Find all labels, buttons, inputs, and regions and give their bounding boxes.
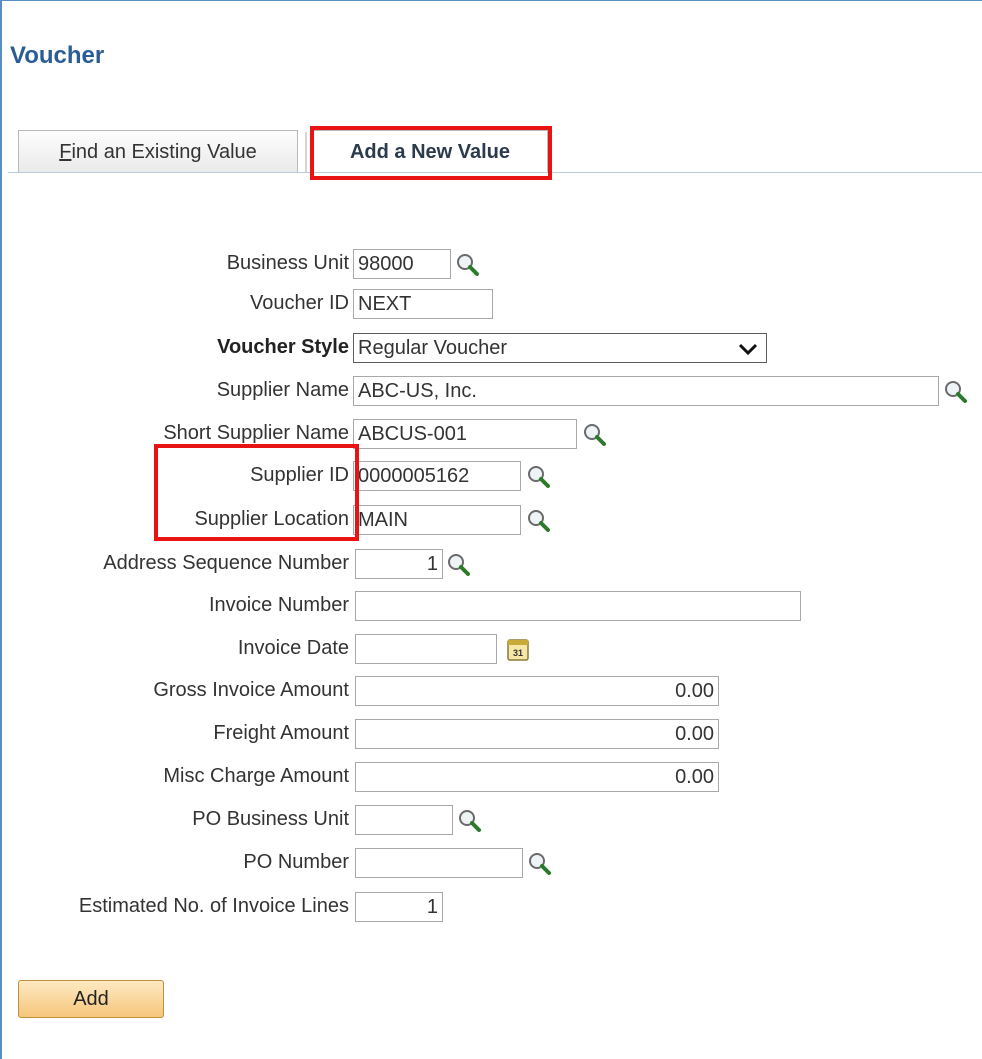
row-invoice-date: Invoice Date 31 [0, 631, 982, 665]
row-po-number: PO Number [0, 845, 982, 879]
voucher-id-label: Voucher ID [250, 292, 349, 314]
tab-divider [305, 132, 307, 172]
row-supplier-location: Supplier Location MAIN [0, 502, 982, 536]
invoice-date-input[interactable] [355, 634, 497, 664]
supplier-name-label: Supplier Name [216, 379, 349, 401]
misc-charge-amount-label: Misc Charge Amount [163, 765, 349, 787]
supplier-name-input[interactable]: ABC-US, Inc. [353, 376, 939, 406]
row-voucher-id: Voucher ID NEXT [0, 286, 982, 320]
invoice-number-label: Invoice Number [208, 594, 349, 616]
voucher-style-select[interactable]: Regular Voucher [353, 333, 767, 363]
po-business-unit-input[interactable] [355, 805, 453, 835]
supplier-location-input[interactable]: MAIN [353, 505, 521, 535]
highlight-box-tab [310, 126, 552, 180]
frame-top-border [0, 0, 982, 1]
row-invoice-number: Invoice Number [0, 588, 982, 622]
business-unit-lookup-icon[interactable] [455, 252, 481, 278]
tab-find-existing-value[interactable]: Find an Existing Value [18, 130, 298, 172]
voucher-id-input[interactable]: NEXT [353, 289, 493, 319]
misc-charge-amount-input[interactable]: 0.00 [355, 762, 719, 792]
gross-invoice-amount-input[interactable]: 0.00 [355, 676, 719, 706]
row-supplier-id: Supplier ID 0000005162 [0, 458, 982, 492]
freight-amount-input[interactable]: 0.00 [355, 719, 719, 749]
address-sequence-lookup-icon[interactable] [446, 552, 472, 578]
invoice-date-label: Invoice Date [237, 637, 349, 659]
page-title: Voucher [10, 42, 105, 69]
est-invoice-lines-label: Estimated No. of Invoice Lines [78, 895, 349, 917]
po-business-unit-label: PO Business Unit [192, 808, 349, 830]
business-unit-input[interactable]: 98000 [353, 249, 451, 279]
supplier-location-lookup-icon[interactable] [526, 508, 552, 534]
po-business-unit-lookup-icon[interactable] [457, 808, 483, 834]
voucher-style-label: Voucher Style [217, 336, 349, 358]
row-misc-charge-amount: Misc Charge Amount 0.00 [0, 759, 982, 793]
row-gross-invoice-amount: Gross Invoice Amount 0.00 [0, 673, 982, 707]
row-est-invoice-lines: Estimated No. of Invoice Lines 1 [0, 889, 982, 923]
est-invoice-lines-input[interactable]: 1 [355, 892, 443, 922]
freight-amount-label: Freight Amount [213, 722, 349, 744]
supplier-id-input[interactable]: 0000005162 [353, 461, 521, 491]
row-freight-amount: Freight Amount 0.00 [0, 716, 982, 750]
short-supplier-name-input[interactable]: ABCUS-001 [353, 419, 577, 449]
row-voucher-style: Voucher Style Regular Voucher [0, 330, 982, 364]
row-address-sequence: Address Sequence Number 1 [0, 546, 982, 580]
calendar-icon-text: 31 [513, 648, 523, 658]
tab-find-label: ind an Existing Value [71, 141, 257, 163]
chevron-down-icon [738, 343, 758, 356]
supplier-name-lookup-icon[interactable] [943, 379, 969, 405]
po-number-label: PO Number [243, 851, 349, 873]
add-button[interactable]: Add [18, 980, 164, 1018]
address-sequence-input[interactable]: 1 [355, 549, 443, 579]
invoice-number-input[interactable] [355, 591, 801, 621]
tab-accesskey: F [59, 141, 72, 163]
voucher-style-value: Regular Voucher [358, 337, 507, 359]
gross-invoice-amount-label: Gross Invoice Amount [153, 679, 349, 701]
row-po-business-unit: PO Business Unit [0, 802, 982, 836]
row-supplier-name: Supplier Name ABC-US, Inc. [0, 373, 982, 407]
po-number-lookup-icon[interactable] [527, 851, 553, 877]
po-number-input[interactable] [355, 848, 523, 878]
short-supplier-name-lookup-icon[interactable] [582, 422, 608, 448]
business-unit-label: Business Unit [226, 252, 349, 274]
supplier-id-lookup-icon[interactable] [526, 464, 552, 490]
row-short-supplier-name: Short Supplier Name ABCUS-001 [0, 416, 982, 450]
row-business-unit: Business Unit 98000 [0, 246, 982, 280]
address-sequence-label: Address Sequence Number [103, 552, 349, 574]
calendar-icon[interactable]: 31 [507, 637, 529, 661]
highlight-box-supplier [154, 444, 359, 541]
